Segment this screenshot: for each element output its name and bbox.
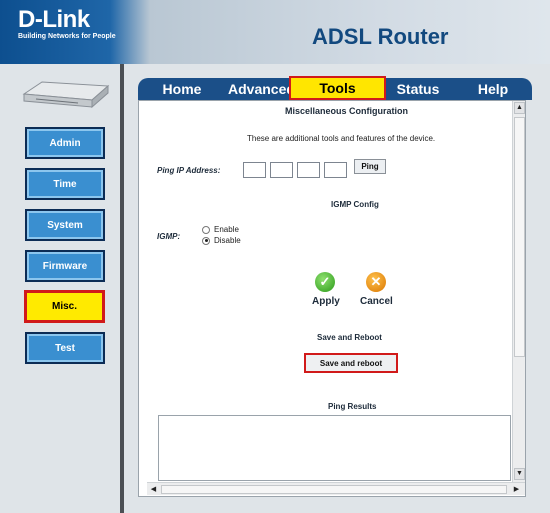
brand-logo: D-Link — [18, 6, 90, 33]
igmp-label: IGMP: — [157, 232, 181, 241]
sidebar-item-label: Firmware — [42, 260, 88, 272]
product-title: ADSL Router — [312, 24, 449, 49]
tab-home[interactable]: Home — [150, 78, 214, 100]
page-description: These are additional tools and features … — [247, 134, 436, 143]
ping-ip-octet-1[interactable] — [243, 162, 266, 178]
sidebar-item-time[interactable]: Time — [25, 168, 105, 200]
scroll-right-icon[interactable]: ▶ — [511, 484, 522, 495]
igmp-enable-radio[interactable] — [202, 225, 210, 234]
ping-ip-octet-3[interactable] — [297, 162, 320, 178]
sidebar-item-admin[interactable]: Admin — [25, 127, 105, 159]
save-reboot-section-title: Save and Reboot — [317, 333, 382, 342]
vertical-scrollbar[interactable]: ▲ ▼ — [512, 101, 525, 482]
save-and-reboot-button[interactable]: Save and reboot — [304, 353, 398, 373]
page-title: Miscellaneous Configuration — [285, 106, 409, 116]
tab-label: Tools — [319, 80, 356, 96]
sidebar-item-label: System — [47, 219, 83, 231]
igmp-section-title: IGMP Config — [331, 200, 379, 209]
brand-tagline: Building Networks for People — [18, 33, 116, 40]
igmp-enable-label: Enable — [214, 225, 239, 234]
igmp-disable-radio[interactable] — [202, 236, 210, 245]
ping-ip-label: Ping IP Address: — [157, 166, 221, 175]
sidebar-item-misc[interactable]: Misc. — [24, 290, 105, 323]
sidebar-item-label: Time — [53, 178, 77, 190]
sidebar-item-label: Admin — [49, 137, 81, 149]
tab-help[interactable]: Help — [465, 78, 521, 100]
scroll-down-icon[interactable]: ▼ — [514, 468, 525, 480]
header-banner: D-Link Building Networks for People ADSL… — [0, 0, 550, 64]
sidebar-item-label: Test — [55, 342, 75, 354]
apply-button-label[interactable]: Apply — [312, 296, 340, 307]
apply-icon[interactable]: ✓ — [315, 272, 335, 292]
ping-button-label: Ping — [361, 162, 379, 171]
cancel-icon[interactable]: ✕ — [366, 272, 386, 292]
ping-results-title: Ping Results — [328, 402, 377, 411]
tab-label: Advanced — [228, 81, 290, 97]
igmp-enable-option[interactable]: Enable — [202, 225, 239, 234]
sidebar-item-test[interactable]: Test — [25, 332, 105, 364]
ping-ip-octet-4[interactable] — [324, 162, 347, 178]
scroll-up-icon[interactable]: ▲ — [514, 102, 525, 114]
igmp-disable-option[interactable]: Disable — [202, 236, 241, 245]
sidebar-item-label: Misc. — [51, 301, 77, 312]
horizontal-scrollbar[interactable]: ◀ ▶ — [147, 482, 525, 495]
vertical-scroll-thumb[interactable] — [514, 117, 525, 357]
sidebar-item-firmware[interactable]: Firmware — [25, 250, 105, 282]
igmp-disable-label: Disable — [214, 236, 241, 245]
tab-label: Help — [477, 81, 509, 97]
tab-label: Home — [162, 81, 202, 97]
cancel-button-label[interactable]: Cancel — [360, 296, 393, 307]
tab-advanced[interactable]: Advanced — [224, 78, 290, 100]
ping-results-textarea[interactable] — [158, 415, 511, 481]
scroll-left-icon[interactable]: ◀ — [148, 484, 159, 495]
tab-label: Status — [396, 81, 440, 97]
router-device-icon — [22, 81, 110, 109]
tab-status[interactable]: Status — [388, 78, 448, 100]
sidebar-item-system[interactable]: System — [25, 209, 105, 241]
tab-tools[interactable]: Tools — [289, 76, 386, 100]
ping-ip-octet-2[interactable] — [270, 162, 293, 178]
horizontal-scroll-thumb[interactable] — [161, 485, 507, 494]
ping-button[interactable]: Ping — [354, 159, 386, 174]
save-and-reboot-label: Save and reboot — [319, 358, 383, 368]
